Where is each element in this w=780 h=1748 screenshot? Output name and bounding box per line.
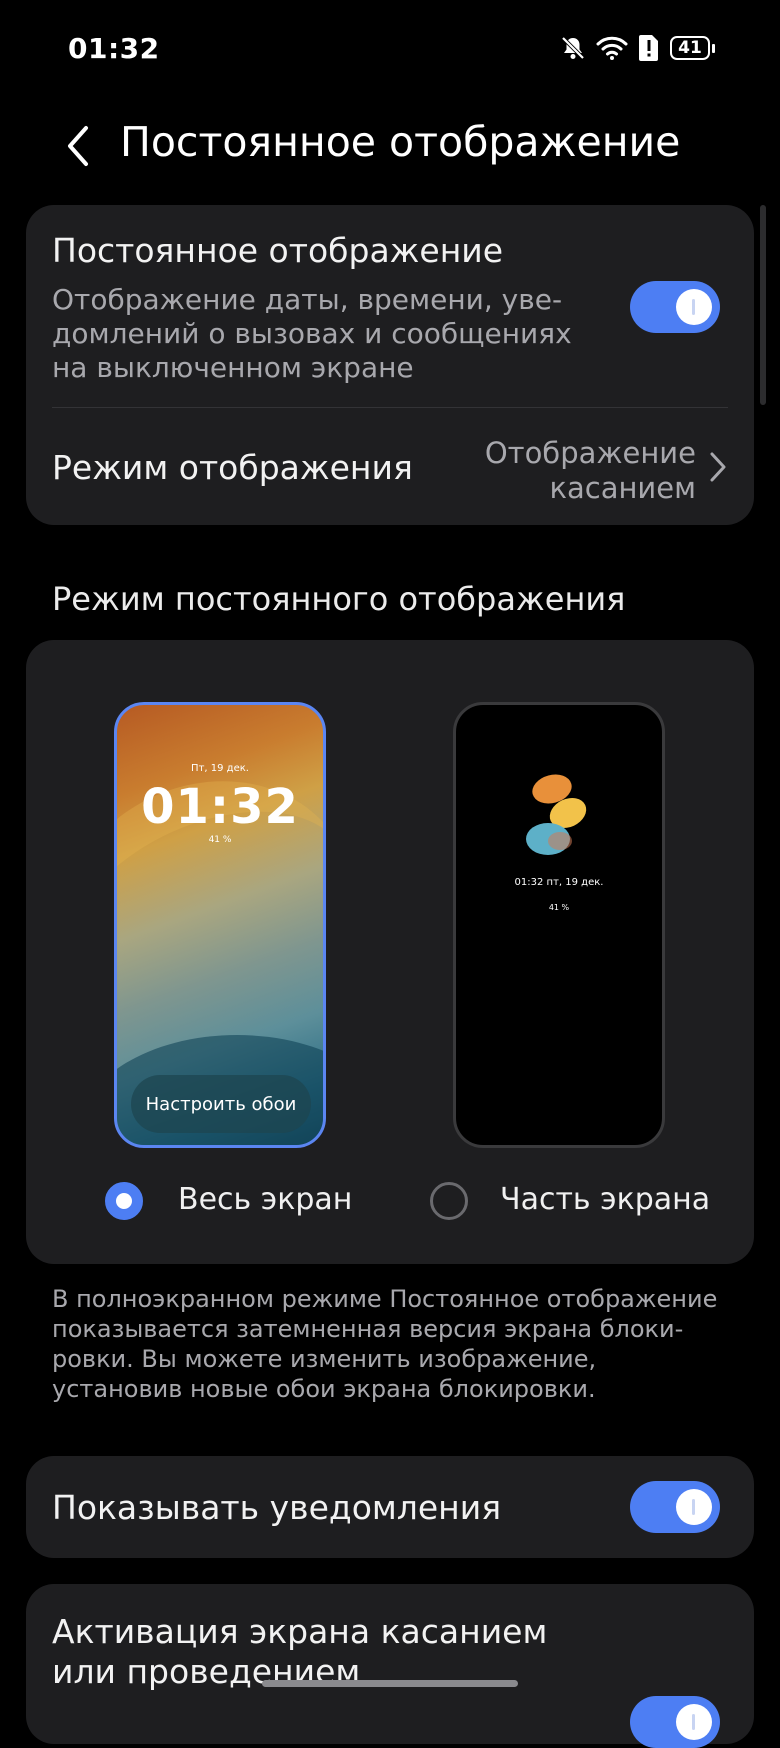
aod-settings-card: Постоянное отображение Отображение даты,… [26, 205, 754, 525]
battery-icon: 41 [670, 36, 715, 60]
section-title: Режим постоянного отображения [52, 580, 626, 618]
set-wallpaper-button[interactable]: Настроить обои [131, 1075, 311, 1133]
tap-wake-toggle[interactable] [630, 1696, 720, 1748]
preview-full-screen[interactable]: Пт, 19 дек. 01:32 41 % Настроить обои [114, 702, 326, 1148]
radio-part-screen[interactable] [430, 1182, 468, 1220]
wifi-icon [596, 36, 628, 60]
preview-time: 01:32 [141, 779, 299, 835]
chevron-right-icon [710, 452, 726, 482]
sim-alert-icon [639, 35, 658, 61]
option-full-screen-label: Весь экран [178, 1182, 353, 1217]
page-title: Постоянное отображение [120, 118, 681, 166]
option-part-screen-label: Часть экрана [500, 1182, 711, 1217]
aod-description: Отображение даты, времени, уве- домлений… [52, 283, 572, 384]
mode-note: В полноэкранном режиме Постоянное отобра… [52, 1285, 718, 1403]
preview-battery: 41 % [208, 835, 232, 845]
show-notifications-label: Показывать уведомления [52, 1488, 502, 1527]
aod-toggle[interactable] [630, 281, 720, 333]
radio-full-screen[interactable] [105, 1182, 143, 1220]
show-notifications-card[interactable]: Показывать уведомления [26, 1456, 754, 1558]
preview-date: Пт, 19 дек. [191, 763, 249, 774]
show-notifications-toggle[interactable] [630, 1481, 720, 1533]
status-icons: 41 [560, 34, 715, 62]
scrollbar[interactable] [760, 205, 766, 405]
blob-art-icon [526, 774, 587, 855]
display-mode-value: Отображение касанием [484, 436, 696, 505]
display-mode-label: Режим отображения [52, 448, 413, 487]
tap-wake-card[interactable]: Активация экрана касанием или проведение… [26, 1584, 754, 1748]
aod-title: Постоянное отображение [52, 231, 504, 270]
status-time: 01:32 [68, 32, 160, 65]
home-indicator[interactable] [262, 1680, 518, 1687]
back-arrow-icon[interactable] [60, 122, 96, 170]
display-mode-row[interactable]: Режим отображения Отображение касанием [26, 408, 754, 525]
preview-part-screen[interactable]: 01:32 пт, 19 дек. 41 % [453, 702, 665, 1148]
preview-part-battery: 41 % [548, 903, 570, 912]
preview-part-time: 01:32 пт, 19 дек. [514, 877, 604, 888]
bell-off-icon [561, 36, 585, 60]
